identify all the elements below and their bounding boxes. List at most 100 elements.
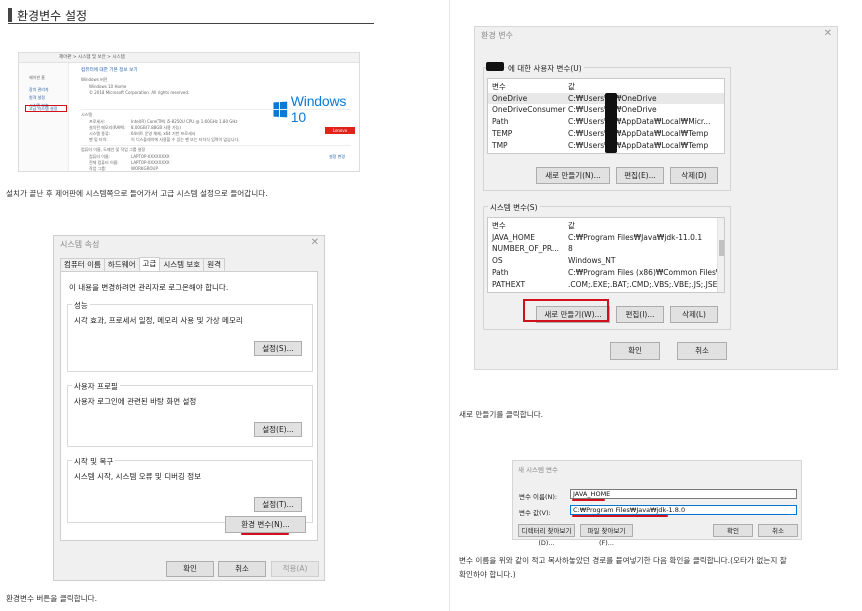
windows10-logo: Windows 10 xyxy=(273,93,359,125)
advanced-settings-highlight xyxy=(25,105,67,112)
cp-system-label: 시스템 xyxy=(81,112,93,117)
env-variables-button[interactable]: 환경 변수(N)... xyxy=(225,516,306,533)
tab-system-protection[interactable]: 시스템 보호 xyxy=(159,258,205,271)
col-val-header: 값 xyxy=(568,221,575,230)
tab-computer-name[interactable]: 컴퓨터 이름 xyxy=(60,258,105,271)
system-variables-list[interactable]: 변수 값 JAVA_HOME C:₩Program Files₩Java₩jdk… xyxy=(487,217,725,293)
cp-sidebar: 제어판 홈 장치 관리자 원격 설정 시스템 보호 고급 시스템 설정 xyxy=(19,63,69,171)
tab-advanced[interactable]: 고급 xyxy=(138,257,161,271)
list-header: 변수 값 xyxy=(488,219,724,230)
var-name: Path xyxy=(492,117,509,126)
system-group-label: 시스템 변수(S) xyxy=(488,202,540,213)
var-value: C:₩Program Files₩Java₩jdk-11.0.1 xyxy=(568,233,703,242)
var-value: C:₩Users₩ ₩AppData₩Local₩Temp xyxy=(568,141,709,150)
user-variables-group: 에 대한 사용자 변수(U) 변수 값 OneDrive C:₩Users₩ ₩… xyxy=(483,63,731,191)
table-row[interactable]: OS Windows_NT xyxy=(488,255,724,266)
var-name: NUMBER_OF_PR... xyxy=(492,244,560,253)
browse-directory-button[interactable]: 디렉터리 찾아보기(D)... xyxy=(518,524,575,547)
cp-link-device-manager[interactable]: 장치 관리자 xyxy=(29,87,49,93)
group-desc: 시각 효과, 프로세서 일정, 메모리 사용 및 가상 메모리 xyxy=(74,316,243,325)
lenovo-logo: Lenovo xyxy=(325,127,355,134)
var-value-input[interactable]: C:₩Program Files₩Java₩jdk-1.8.0 xyxy=(570,505,797,515)
caption-step2: 환경변수 버튼을 클릭합니다. xyxy=(6,594,98,603)
windows10-brand: Windows 10 xyxy=(290,93,347,125)
env-button-underline xyxy=(241,533,289,535)
cp-change-settings-link[interactable]: 설정 변경 xyxy=(329,154,345,160)
cancel-button[interactable]: 취소 xyxy=(677,342,727,360)
var-value: .COM;.EXE;.BAT;.CMD;.VBS;.VBE;.JS;.JSE;.… xyxy=(568,280,725,289)
windows-logo-icon xyxy=(273,101,287,117)
profile-settings-button[interactable]: 설정(E)... xyxy=(254,422,302,437)
close-icon[interactable]: ✕ xyxy=(824,28,832,39)
scrollbar-thumb[interactable] xyxy=(719,240,724,256)
cancel-button[interactable]: 취소 xyxy=(758,524,798,537)
user-variables-list[interactable]: 변수 값 OneDrive C:₩Users₩ ₩OneDrive OneDri… xyxy=(487,78,725,154)
cp-side-title[interactable]: 제어판 홈 xyxy=(29,75,45,81)
col-val-header: 값 xyxy=(568,82,575,91)
var-name: OneDrive xyxy=(492,94,528,103)
group-label: 시작 및 복구 xyxy=(72,456,116,467)
cp-link-remote[interactable]: 원격 설정 xyxy=(29,95,45,101)
col-var-header: 변수 xyxy=(492,82,506,91)
var-name: JAVA_HOME xyxy=(492,233,536,242)
table-row[interactable]: JAVA_HOME C:₩Program Files₩Java₩jdk-11.0… xyxy=(488,232,724,243)
group-desc: 시스템 시작, 시스템 오류 및 디버깅 정보 xyxy=(74,472,202,481)
caption-step4-line1: 변수 이름을 위와 같이 적고 복사하놓았던 경로를 붙여넣기한 다음 확인을 … xyxy=(459,556,787,565)
cancel-button[interactable]: 취소 xyxy=(218,561,266,577)
admin-note: 이 내용을 변경하려면 관리자로 로그온해야 합니다. xyxy=(69,283,229,292)
var-name: TMP xyxy=(492,141,508,150)
var-name: OS xyxy=(492,256,503,265)
list-header: 변수 값 xyxy=(488,80,724,91)
cp-name-value: LAPTOP-XXXXXXXX xyxy=(131,160,170,165)
table-row[interactable]: PATHEXT .COM;.EXE;.BAT;.CMD;.VBS;.VBE;.J… xyxy=(488,279,724,290)
redaction-scribble xyxy=(486,62,504,71)
tab-hardware[interactable]: 하드웨어 xyxy=(103,258,140,271)
user-delete-button[interactable]: 삭제(D) xyxy=(670,167,718,184)
system-edit-button[interactable]: 편집(I)... xyxy=(616,306,664,323)
var-name-input[interactable]: JAVA_HOME xyxy=(570,489,797,499)
cp-name-value: LAPTOP-XXXXXXXX xyxy=(131,154,170,159)
cp-row-key: 펜 및 터치: xyxy=(89,137,108,142)
system-properties-dialog: 시스템 속성 ✕ 컴퓨터 이름 하드웨어 고급 시스템 보호 원격 이 내용을 … xyxy=(53,235,325,581)
column-divider xyxy=(449,0,450,611)
cp-edition: Windows 10 Home xyxy=(89,84,127,89)
table-row[interactable]: Path C:₩Program Files (x86)₩Common Files… xyxy=(488,267,724,278)
var-name-label: 변수 이름(N): xyxy=(519,493,558,501)
var-name: OneDriveConsumer xyxy=(492,105,566,114)
startup-settings-button[interactable]: 설정(T)... xyxy=(254,497,302,512)
cp-copyright: © 2018 Microsoft Corporation. All rights… xyxy=(89,90,190,95)
performance-settings-button[interactable]: 설정(S)... xyxy=(254,341,302,356)
redaction-scribble xyxy=(605,93,617,153)
section-title: 환경변수 설정 xyxy=(17,9,88,23)
col-var-header: 변수 xyxy=(492,221,506,230)
user-edit-button[interactable]: 편집(E)... xyxy=(616,167,664,184)
cp-name-key: 작업 그룹: xyxy=(89,166,107,171)
control-panel-screenshot: 제어판 > 시스템 및 보안 > 시스템 제어판 홈 장치 관리자 원격 설정 … xyxy=(18,52,360,172)
user-profile-group: 사용자 프로필 사용자 로그인에 관련된 바탕 화면 설정 설정(E)... xyxy=(67,381,313,447)
dialog-title: 시스템 속성 xyxy=(60,240,100,249)
system-list-scrollbar[interactable] xyxy=(717,218,724,292)
var-value: C:₩Users₩ ₩AppData₩Local₩Micr... xyxy=(568,117,711,126)
ok-button[interactable]: 확인 xyxy=(713,524,753,537)
dialog-title: 새 시스템 변수 xyxy=(518,466,559,474)
group-label: 성능 xyxy=(72,300,90,311)
cp-name-section: 컴퓨터 이름, 도메인 및 작업 그룹 설정 xyxy=(81,147,146,152)
var-value: 8 xyxy=(568,244,573,253)
section-header: 환경변수 설정 xyxy=(8,6,374,24)
tab-remote[interactable]: 원격 xyxy=(203,258,226,271)
group-desc: 사용자 로그인에 관련된 바탕 화면 설정 xyxy=(74,397,197,406)
user-group-label: 에 대한 사용자 변수(U) xyxy=(506,63,584,74)
table-row[interactable]: NUMBER_OF_PR... 8 xyxy=(488,243,724,254)
ok-button[interactable]: 확인 xyxy=(166,561,214,577)
caption-step1: 설치가 끝난 후 제어판에 시스템쪽으로 들어가서 고급 시스템 설정으로 들어… xyxy=(6,189,268,198)
user-new-button[interactable]: 새로 만들기(N)... xyxy=(536,167,610,184)
apply-button[interactable]: 적용(A) xyxy=(271,561,319,577)
ok-button[interactable]: 확인 xyxy=(610,342,660,360)
var-name: PATHEXT xyxy=(492,280,526,289)
browse-file-button[interactable]: 파일 찾아보기(F)... xyxy=(580,524,633,547)
close-icon[interactable]: ✕ xyxy=(311,237,319,248)
new-system-variable-dialog: 새 시스템 변수 변수 이름(N): JAVA_HOME 변수 값(V): C:… xyxy=(512,460,802,547)
dialog-title: 환경 변수 xyxy=(481,31,513,40)
environment-variables-dialog: 환경 변수 ✕ 에 대한 사용자 변수(U) 변수 값 OneDrive C:₩… xyxy=(474,26,838,370)
system-delete-button[interactable]: 삭제(L) xyxy=(670,306,718,323)
